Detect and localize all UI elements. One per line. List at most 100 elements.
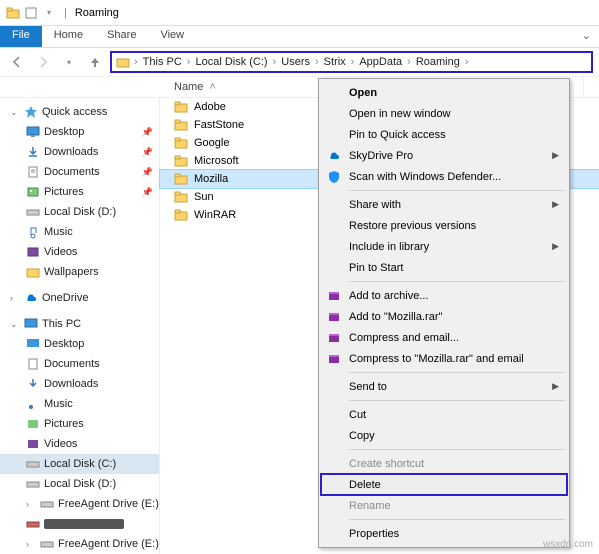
crumb-strix[interactable]: Strix [321, 56, 349, 68]
menu-compress-mozilla-email[interactable]: Compress to "Mozilla.rar" and email [321, 348, 567, 369]
chevron-right-icon[interactable]: › [405, 56, 413, 68]
drive-icon [40, 497, 54, 511]
downloads-icon [26, 145, 40, 159]
desktop-icon [26, 125, 40, 139]
sort-asc-icon: ˄ [209, 81, 215, 93]
column-name[interactable]: Name˄ [160, 77, 328, 97]
nav-pc-documents[interactable]: Documents [0, 354, 159, 374]
winrar-icon [326, 309, 342, 325]
chevron-right-icon[interactable]: › [463, 56, 471, 68]
address-bar: ▾ › This PC› Local Disk (C:)› Users› Str… [0, 48, 599, 76]
menu-open-new-window[interactable]: Open in new window [321, 103, 567, 124]
crumb-roaming[interactable]: Roaming [413, 56, 463, 68]
winrar-icon [326, 330, 342, 346]
chevron-right-icon[interactable]: › [313, 56, 321, 68]
menu-copy[interactable]: Copy [321, 425, 567, 446]
nav-wallpapers[interactable]: Wallpapers [0, 262, 159, 282]
chevron-right-icon[interactable]: › [26, 499, 36, 509]
tab-view[interactable]: View [148, 26, 196, 47]
menu-delete[interactable]: Delete [321, 474, 567, 495]
tab-share[interactable]: Share [95, 26, 148, 47]
desktop-icon [26, 337, 40, 351]
forward-button[interactable] [32, 51, 54, 73]
music-icon [26, 225, 40, 239]
qat-icon[interactable] [24, 6, 38, 20]
nav-pc-blurred[interactable] [0, 514, 159, 534]
nav-desktop[interactable]: Desktop📌 [0, 122, 159, 142]
star-icon [24, 105, 38, 119]
file-tab[interactable]: File [0, 26, 42, 47]
nav-quick-access[interactable]: ⌄Quick access [0, 102, 159, 122]
menu-pin-quick-access[interactable]: Pin to Quick access [321, 124, 567, 145]
chevron-right-icon[interactable]: › [132, 56, 140, 68]
nav-thispc[interactable]: ⌄This PC [0, 314, 159, 334]
menu-pin-start[interactable]: Pin to Start [321, 257, 567, 278]
menu-create-shortcut[interactable]: Create shortcut [321, 453, 567, 474]
nav-videos[interactable]: Videos [0, 242, 159, 262]
menu-separator [349, 449, 565, 450]
menu-properties[interactable]: Properties [321, 523, 567, 544]
menu-add-archive[interactable]: Add to archive... [321, 285, 567, 306]
ribbon-expand-icon[interactable]: ⌄ [574, 26, 599, 47]
folder-icon [174, 154, 188, 168]
recent-button[interactable]: ▾ [58, 51, 80, 73]
up-button[interactable] [84, 51, 106, 73]
nav-documents[interactable]: Documents📌 [0, 162, 159, 182]
winrar-icon [326, 288, 342, 304]
chevron-right-icon[interactable]: › [271, 56, 279, 68]
shield-icon [326, 169, 342, 185]
navigation-pane: ⌄Quick access Desktop📌 Downloads📌 Docume… [0, 98, 160, 554]
nav-pictures[interactable]: Pictures📌 [0, 182, 159, 202]
menu-compress-email[interactable]: Compress and email... [321, 327, 567, 348]
chevron-right-icon[interactable]: › [349, 56, 357, 68]
chevron-right-icon: ▶ [552, 241, 559, 252]
chevron-down-icon[interactable]: ⌄ [10, 107, 20, 118]
nav-pc-localdisk-c[interactable]: Local Disk (C:) [0, 454, 159, 474]
chevron-right-icon[interactable]: › [10, 293, 20, 303]
menu-open[interactable]: Open [321, 82, 567, 103]
nav-downloads[interactable]: Downloads📌 [0, 142, 159, 162]
crumb-users[interactable]: Users [278, 56, 313, 68]
menu-include-library[interactable]: Include in library▶ [321, 236, 567, 257]
nav-pc-freeagent[interactable]: ›FreeAgent Drive (E:) [0, 494, 159, 514]
folder-icon [174, 118, 188, 132]
crumb-appdata[interactable]: AppData [356, 56, 405, 68]
nav-pc-music[interactable]: Music [0, 394, 159, 414]
drive-icon [26, 477, 40, 491]
menu-restore-previous[interactable]: Restore previous versions [321, 215, 567, 236]
pin-icon: 📌 [142, 127, 153, 138]
menu-send-to[interactable]: Send to▶ [321, 376, 567, 397]
nav-pc-freeagent2[interactable]: ›FreeAgent Drive (E:) [0, 534, 159, 554]
qat-dropdown-icon[interactable]: ▾ [42, 6, 56, 20]
documents-icon [26, 165, 40, 179]
nav-onedrive[interactable]: ›OneDrive [0, 288, 159, 308]
crumb-c[interactable]: Local Disk (C:) [192, 56, 270, 68]
pin-icon: 📌 [142, 167, 153, 178]
chevron-right-icon[interactable]: › [26, 539, 36, 549]
nav-pc-desktop[interactable]: Desktop [0, 334, 159, 354]
tab-home[interactable]: Home [42, 26, 95, 47]
nav-pc-videos[interactable]: Videos [0, 434, 159, 454]
nav-pc-localdisk-d[interactable]: Local Disk (D:) [0, 474, 159, 494]
menu-separator [349, 519, 565, 520]
menu-separator [349, 400, 565, 401]
folder-icon [174, 172, 188, 186]
crumb-thispc[interactable]: This PC [140, 56, 185, 68]
nav-music[interactable]: Music [0, 222, 159, 242]
breadcrumb[interactable]: › This PC› Local Disk (C:)› Users› Strix… [110, 51, 593, 73]
menu-add-mozilla-rar[interactable]: Add to "Mozilla.rar" [321, 306, 567, 327]
menu-windows-defender[interactable]: Scan with Windows Defender... [321, 166, 567, 187]
chevron-down-icon[interactable]: ⌄ [10, 319, 20, 330]
folder-icon [174, 208, 188, 222]
chevron-right-icon[interactable]: › [185, 56, 193, 68]
back-button[interactable] [6, 51, 28, 73]
nav-pc-pictures[interactable]: Pictures [0, 414, 159, 434]
menu-skydrive-pro[interactable]: SkyDrive Pro▶ [321, 145, 567, 166]
nav-pc-downloads[interactable]: Downloads [0, 374, 159, 394]
nav-localdisk-d[interactable]: Local Disk (D:) [0, 202, 159, 222]
cloud-icon [326, 148, 342, 164]
chevron-right-icon: ▶ [552, 150, 559, 161]
menu-share-with[interactable]: Share with▶ [321, 194, 567, 215]
menu-cut[interactable]: Cut [321, 404, 567, 425]
menu-rename[interactable]: Rename [321, 495, 567, 516]
